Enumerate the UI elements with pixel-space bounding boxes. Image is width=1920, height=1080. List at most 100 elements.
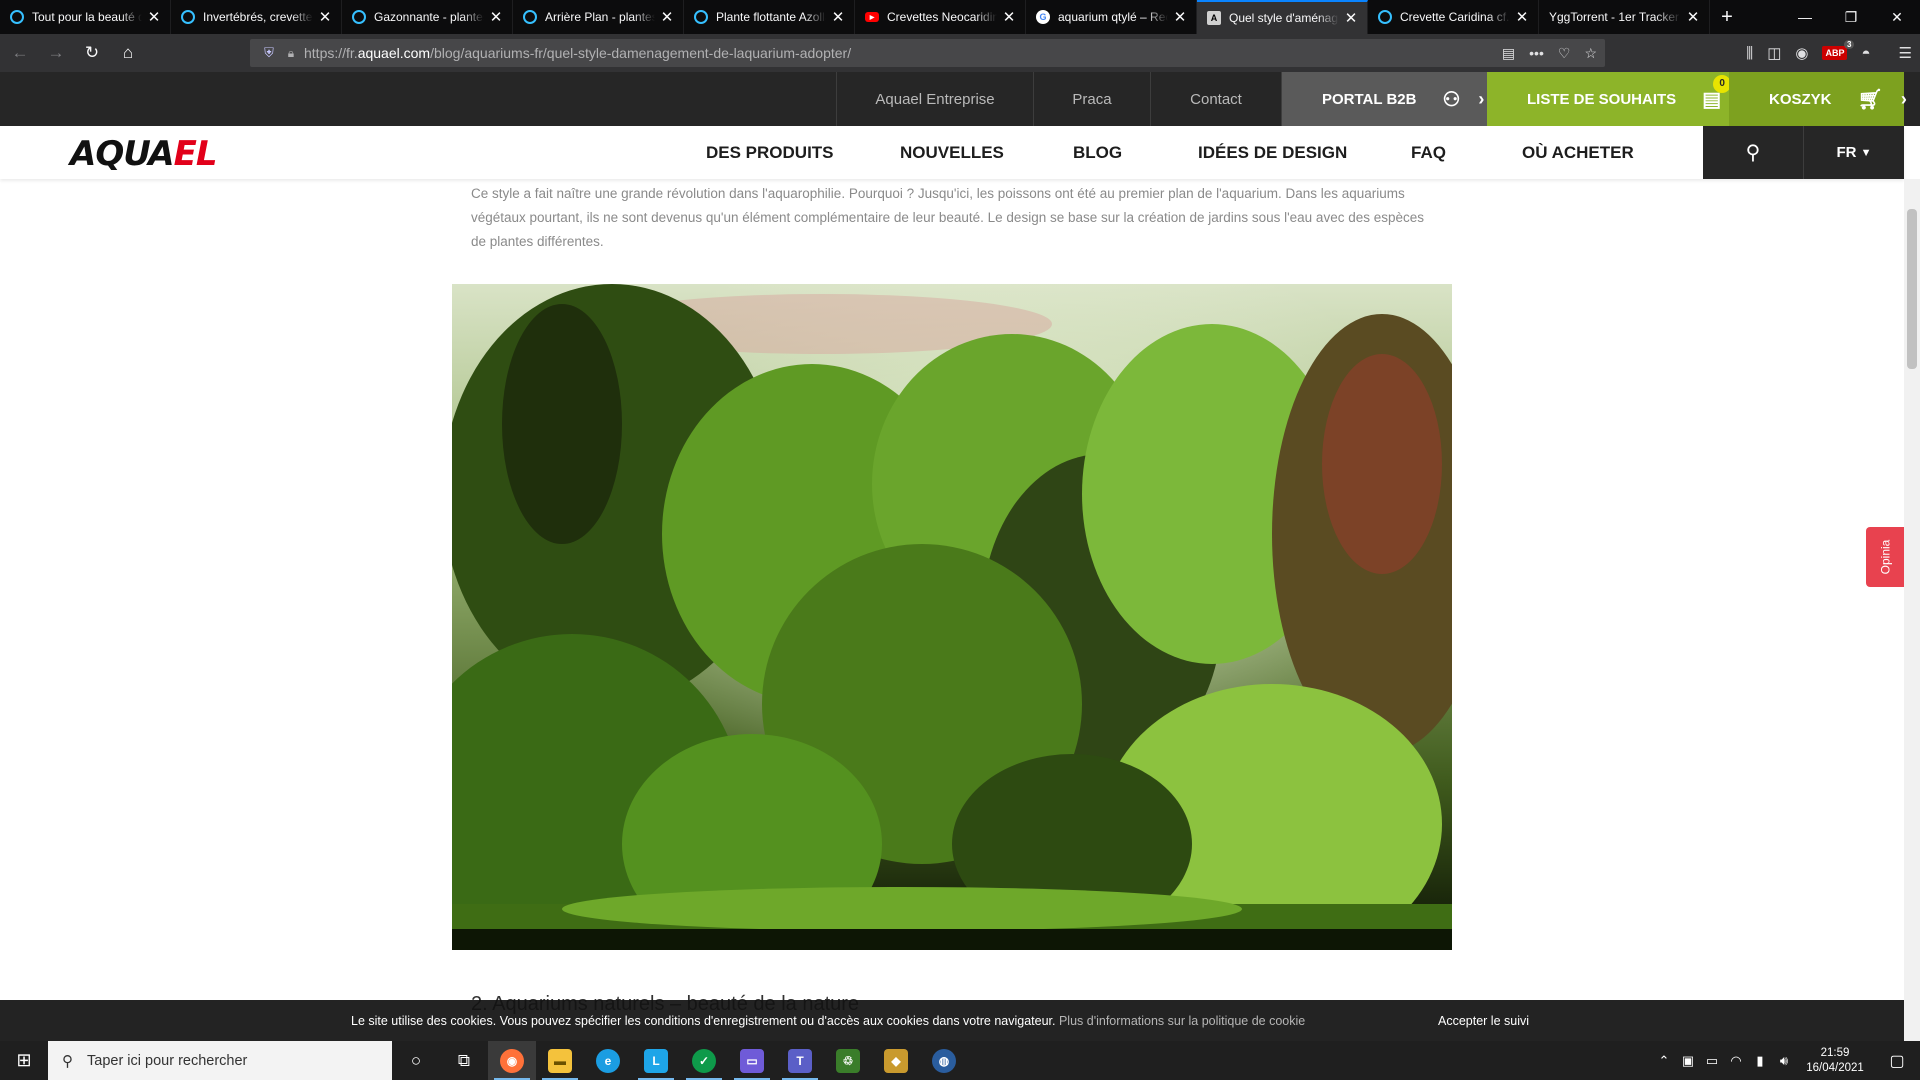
scrollbar-thumb[interactable] <box>1907 209 1917 369</box>
cart-icon: 🛒︎ <box>1857 88 1883 111</box>
wishlist-button[interactable]: LISTE DE SOUHAITS ▤ 0 <box>1487 72 1732 126</box>
globe-app-icon[interactable]: ◍ <box>920 1041 968 1080</box>
accept-cookies-button[interactable]: Accepter le suivi <box>1438 1014 1529 1028</box>
cookie-policy-link[interactable]: Plus d'informations sur la politique de … <box>1059 1014 1305 1028</box>
close-tab-icon[interactable]: ✕ <box>1514 8 1530 26</box>
browser-tab-active[interactable]: A Quel style d'aménagem ✕ <box>1197 0 1368 34</box>
site-utility-bar: Aquael Entreprise Praca Contact PORTAL B… <box>0 72 1920 126</box>
restore-icon[interactable]: ❐ <box>1828 0 1874 34</box>
menu-item-faq[interactable]: FAQ <box>1411 126 1446 179</box>
menu-item-blog[interactable]: BLOG <box>1073 126 1122 179</box>
extension-icon[interactable]: ◓ <box>1861 45 1870 62</box>
file-explorer-icon[interactable]: ▬ <box>536 1041 584 1080</box>
close-tab-icon[interactable]: ✕ <box>488 8 504 26</box>
reload-icon[interactable]: ↻ <box>76 37 108 69</box>
close-window-icon[interactable]: ✕ <box>1874 0 1920 34</box>
forward-arrow-icon[interactable]: → <box>40 37 72 69</box>
browser-tab[interactable]: Plante flottante Azolla ✕ <box>684 0 855 34</box>
cookie-banner: Le site utilise des cookies. Vous pouvez… <box>0 1000 1904 1041</box>
browser-tab[interactable]: YggTorrent - 1er Tracker B ✕ <box>1539 0 1710 34</box>
aquarium-site-icon <box>694 10 708 24</box>
browser-tab[interactable]: ▶ Crevettes Neocaridina ✕ <box>855 0 1026 34</box>
cart-button[interactable]: KOSZYK 🛒︎ › <box>1729 72 1907 126</box>
search-icon: ⚲ <box>1745 142 1761 164</box>
meet-now-icon[interactable]: ▣ <box>1676 1053 1700 1069</box>
tracking-shield-icon[interactable]: ⛨ <box>256 45 282 61</box>
tab-title: aquarium qtylé – Rech <box>1058 10 1168 24</box>
battery-icon[interactable]: ▮ <box>1748 1053 1772 1069</box>
volume-icon[interactable]: 🔊︎ <box>1772 1053 1796 1069</box>
l-app-icon[interactable]: L <box>632 1041 680 1080</box>
browser-tab[interactable]: Invertébrés, crevettes ✕ <box>171 0 342 34</box>
package-app-icon[interactable]: ◆ <box>872 1041 920 1080</box>
browser-tab[interactable]: Gazonnante - plantes ✕ <box>342 0 513 34</box>
search-button[interactable]: ⚲ <box>1703 126 1803 179</box>
firefox-taskbar-icon[interactable]: ◉ <box>488 1041 536 1080</box>
home-icon[interactable]: ⌂ <box>112 37 144 69</box>
bookmark-star-icon[interactable]: ☆ <box>1584 45 1597 62</box>
close-tab-icon[interactable]: ✕ <box>1685 8 1701 26</box>
page-actions-icon[interactable]: ••• <box>1529 45 1544 61</box>
close-tab-icon[interactable]: ✕ <box>317 8 333 26</box>
close-tab-icon[interactable]: ✕ <box>1343 9 1359 27</box>
cortana-icon[interactable]: ○ <box>392 1041 440 1080</box>
article-paragraph: Ce style a fait naître une grande révolu… <box>471 186 1425 249</box>
windows-taskbar: ⊞ ⚲ Taper ici pour rechercher ○ ⧉ ◉ ▬ e … <box>0 1041 1920 1080</box>
close-tab-icon[interactable]: ✕ <box>146 8 162 26</box>
library-icon[interactable]: ⫼ <box>1746 45 1753 62</box>
recycle-app-icon[interactable]: ♲ <box>824 1041 872 1080</box>
pocket-icon[interactable]: ♡ <box>1558 45 1571 62</box>
browser-tab[interactable]: Tout pour la beauté de ✕ <box>0 0 171 34</box>
search-icon: ⚲ <box>62 1052 73 1070</box>
tab-title: Plante flottante Azolla <box>716 10 826 24</box>
close-tab-icon[interactable]: ✕ <box>830 8 846 26</box>
address-bar[interactable]: ⛨ 🔒︎ https://fr.aquael.com/blog/aquarium… <box>250 39 1605 67</box>
close-tab-icon[interactable]: ✕ <box>1172 8 1188 26</box>
new-tab-button[interactable]: + <box>1710 0 1744 34</box>
praca-link[interactable]: Praca <box>1033 72 1150 126</box>
edge-icon[interactable]: e <box>584 1041 632 1080</box>
browser-tab[interactable]: Crevette Caridina cf. ✕ <box>1368 0 1539 34</box>
portal-b2b-button[interactable]: PORTAL B2B ⚇ › <box>1281 72 1487 126</box>
windows-start-icon[interactable]: ⊞ <box>0 1041 48 1080</box>
close-tab-icon[interactable]: ✕ <box>1001 8 1017 26</box>
aquarium-site-icon <box>352 10 366 24</box>
notifications-icon[interactable]: ▢ <box>1874 1051 1920 1071</box>
adblock-icon[interactable]: ABP 3 <box>1822 40 1855 60</box>
wifi-icon[interactable]: ◠ <box>1724 1053 1748 1069</box>
teams-icon[interactable]: T <box>776 1041 824 1080</box>
menu-item-where-to-buy[interactable]: OÙ ACHETER <box>1522 126 1634 179</box>
enterprise-link[interactable]: Aquael Entreprise <box>836 72 1033 126</box>
chevron-up-icon[interactable]: ⌃ <box>1652 1053 1676 1069</box>
close-tab-icon[interactable]: ✕ <box>659 8 675 26</box>
chat-app-icon[interactable]: ▭ <box>728 1041 776 1080</box>
opinia-widget[interactable]: Opinia <box>1866 527 1904 587</box>
language-selector[interactable]: FR ▼ <box>1803 126 1904 179</box>
back-arrow-icon[interactable]: ← <box>4 37 36 69</box>
sidebar-icon[interactable]: ◫ <box>1767 44 1781 62</box>
display-icon[interactable]: ▭ <box>1700 1053 1724 1069</box>
chevron-right-icon: › <box>1478 88 1485 109</box>
menu-item-design-ideas[interactable]: IDÉES DE DESIGN <box>1198 126 1347 179</box>
task-view-icon[interactable]: ⧉ <box>440 1041 488 1080</box>
clock[interactable]: 21:59 16/04/2021 <box>1796 1046 1874 1076</box>
chevron-down-icon: ▼ <box>1860 146 1872 159</box>
aquael-logo[interactable]: AQUAEL <box>70 134 218 174</box>
green-app-icon[interactable]: ✓ <box>680 1041 728 1080</box>
browser-tab[interactable]: Arrière Plan - plantes ✕ <box>513 0 684 34</box>
main-navigation: AQUAEL DES PRODUITS NOUVELLES BLOG IDÉES… <box>0 126 1904 179</box>
google-icon: G <box>1036 10 1050 24</box>
contact-link[interactable]: Contact <box>1150 72 1281 126</box>
lock-icon[interactable]: 🔒︎ <box>282 46 300 61</box>
page-scrollbar[interactable] <box>1904 179 1920 1041</box>
reader-view-icon[interactable]: ▤ <box>1502 45 1515 62</box>
taskbar-search[interactable]: ⚲ Taper ici pour rechercher <box>48 1041 392 1080</box>
minimize-icon[interactable]: — <box>1782 0 1828 34</box>
menu-item-news[interactable]: NOUVELLES <box>900 126 1004 179</box>
url-text[interactable]: https://fr.aquael.com/blog/aquariums-fr/… <box>304 45 851 61</box>
browser-tab[interactable]: G aquarium qtylé – Rech ✕ <box>1026 0 1197 34</box>
menu-item-products[interactable]: DES PRODUITS <box>706 126 834 179</box>
menu-hamburger-icon[interactable]: ☰ <box>1899 44 1912 62</box>
system-tray: ⌃ ▣ ▭ ◠ ▮ 🔊︎ 21:59 16/04/2021 ▢ <box>1652 1041 1920 1080</box>
account-icon[interactable]: ◉ <box>1795 44 1808 62</box>
